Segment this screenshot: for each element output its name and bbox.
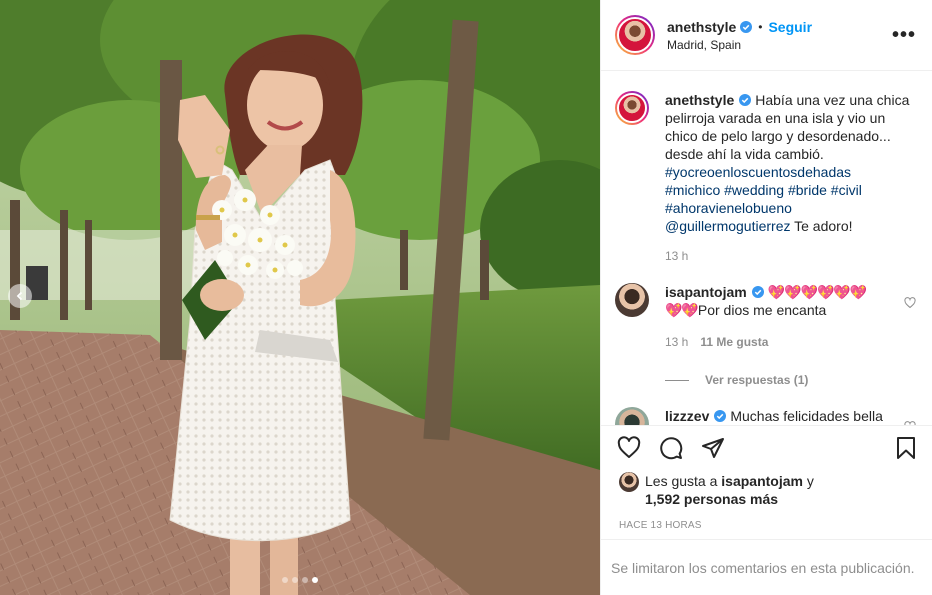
- carousel-dot: [302, 577, 308, 583]
- hashtag-link[interactable]: #civil: [831, 182, 862, 198]
- likes-count-button[interactable]: 1,592 personas más: [645, 491, 778, 507]
- like-heart-icon[interactable]: [617, 436, 641, 460]
- carousel-dot: [292, 577, 298, 583]
- comment-row: isapantojam 💖💖💖💖💖💖 💖💖Por dios me encanta …: [615, 283, 916, 351]
- view-replies-button[interactable]: Ver respuestas (1): [665, 373, 916, 387]
- comment-text: Muchas felicidades bella: [730, 408, 883, 424]
- post-location[interactable]: Madrid, Spain: [667, 38, 892, 52]
- caption-row: anethstyle Había una vez una chica pelirr…: [615, 91, 916, 265]
- instagram-post: anethstyle • Seguir Madrid, Spain ••• an…: [0, 0, 932, 595]
- caption-username[interactable]: anethstyle: [665, 92, 734, 108]
- commenter-username[interactable]: isapantojam: [665, 284, 747, 300]
- caption-time[interactable]: 13 h: [665, 247, 688, 265]
- view-replies-label: Ver respuestas (1): [705, 373, 809, 387]
- bride-photo-illustration: [0, 0, 600, 595]
- commenter-username[interactable]: lizzzev: [665, 408, 709, 424]
- likes-prefix: Les gusta a: [645, 473, 722, 489]
- verified-badge-icon: [751, 286, 764, 299]
- commenter-avatar[interactable]: [615, 283, 649, 317]
- hashtag-link[interactable]: #wedding: [724, 182, 784, 198]
- hashtag-link[interactable]: #yocreoenloscuentosdehadas: [665, 164, 851, 180]
- heart-emojis: 💖💖: [665, 302, 699, 318]
- comment-likes-count[interactable]: 11 Me gusta: [700, 333, 768, 351]
- comment-text: Por dios me encanta: [697, 302, 827, 318]
- author-avatar[interactable]: [615, 15, 655, 55]
- replies-divider: [665, 379, 689, 381]
- comments-limited-notice: Se limitaron los comentarios en esta pub…: [601, 539, 932, 595]
- comments-section: anethstyle Había una vez una chica pelirr…: [601, 71, 932, 425]
- carousel-dot: [282, 577, 288, 583]
- chevron-left-icon: [16, 291, 23, 301]
- post-sidebar: anethstyle • Seguir Madrid, Spain ••• an…: [600, 0, 932, 595]
- comment-row: lizzzev Muchas felicidades bella: [615, 407, 916, 425]
- post-timestamp[interactable]: HACE 13 HORAS: [601, 508, 932, 531]
- save-bookmark-icon[interactable]: [894, 436, 918, 460]
- verified-badge-icon: [739, 94, 752, 107]
- follow-button[interactable]: Seguir: [768, 19, 812, 35]
- likes-middle: y: [802, 473, 814, 489]
- heart-emojis: 💖💖💖💖💖💖: [767, 284, 868, 300]
- like-comment-heart-icon[interactable]: [904, 421, 916, 425]
- carousel-indicator: [0, 577, 600, 583]
- comment-time[interactable]: 13 h: [665, 333, 688, 351]
- more-options-button[interactable]: •••: [892, 25, 916, 45]
- like-comment-heart-icon[interactable]: [904, 297, 916, 309]
- post-header: anethstyle • Seguir Madrid, Spain •••: [601, 0, 932, 71]
- verified-badge-icon: [740, 20, 753, 33]
- liker-username[interactable]: isapantojam: [721, 473, 803, 489]
- previous-photo-button[interactable]: [8, 284, 32, 308]
- caption-closing-text: Te adoro!: [790, 218, 853, 234]
- comment-bubble-icon[interactable]: [659, 436, 683, 460]
- post-photo[interactable]: [0, 0, 600, 595]
- likes-summary: Les gusta a isapantojam y 1,592 personas…: [601, 470, 932, 508]
- carousel-dot: [312, 577, 318, 583]
- liker-avatar[interactable]: [619, 472, 639, 492]
- header-separator: •: [758, 19, 763, 34]
- commenter-avatar[interactable]: [615, 407, 649, 425]
- caption-author-avatar[interactable]: [615, 91, 649, 125]
- mention-link[interactable]: @guillermogutierrez: [665, 218, 790, 234]
- share-paper-plane-icon[interactable]: [701, 436, 725, 460]
- hashtag-link[interactable]: #ahoravienelobueno: [665, 200, 792, 216]
- hashtag-link[interactable]: #michico: [665, 182, 720, 198]
- post-action-bar: [601, 425, 932, 470]
- verified-badge-icon: [714, 410, 727, 423]
- author-username[interactable]: anethstyle: [667, 19, 736, 35]
- hashtag-link[interactable]: #bride: [788, 182, 827, 198]
